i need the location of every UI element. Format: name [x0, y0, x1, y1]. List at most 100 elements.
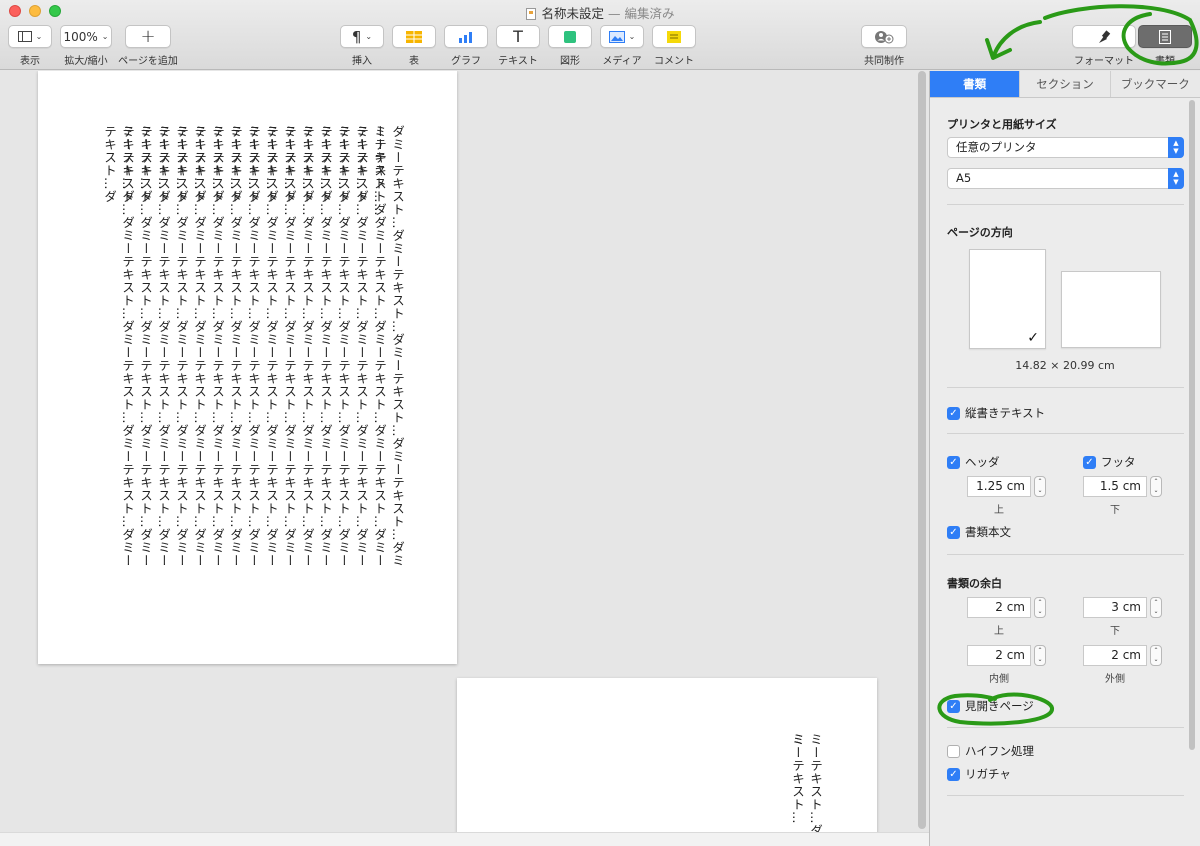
portrait-orientation-option[interactable]: ✓	[969, 249, 1046, 349]
printer-select[interactable]: 任意のプリンタ ▲ ▼	[947, 137, 1184, 158]
checkbox-checked-icon: ✓	[947, 525, 960, 539]
document-button[interactable]	[1138, 25, 1192, 48]
zoom-menu[interactable]: 100% ⌄ 拡大/縮小	[60, 25, 112, 67]
add-page-label: ページを追加	[118, 56, 178, 67]
page-2[interactable]: ミーテキスト…ダミ ミーテキスト…	[457, 678, 877, 846]
shape-button[interactable]	[548, 25, 592, 48]
header-sub-label: 上	[994, 505, 1004, 516]
chart-label: グラフ	[451, 56, 481, 67]
text-menu[interactable]: T テキスト	[496, 25, 540, 67]
footer-size-stepper[interactable]: ⌃ ⌄	[1150, 476, 1162, 497]
paper-size-value: A5	[956, 171, 972, 185]
collaborate-menu[interactable]: 共同制作	[861, 25, 907, 67]
toolbar: 名称未設定 — 編集済み ⌄ 表示 100% ⌄ 拡大/縮小 + ページを追加 ¶…	[0, 0, 1200, 70]
page-1[interactable]: ダミーテキスト…ダミーテキスト…ダミーテキスト…ダミーテキスト…ダミーテキスト……	[38, 71, 457, 664]
printer-section-title: プリンタと用紙サイズ	[947, 118, 1057, 131]
chart-menu[interactable]: グラフ	[444, 25, 488, 67]
tab-document[interactable]: 書類	[930, 71, 1020, 97]
landscape-orientation-option[interactable]	[1061, 271, 1161, 348]
insert-button[interactable]: ¶ ⌄	[340, 25, 384, 48]
canvas-vertical-scrollbar[interactable]	[917, 71, 927, 831]
checkbox-checked-icon: ✓	[947, 767, 960, 781]
shape-menu[interactable]: 図形	[548, 25, 592, 67]
table-button[interactable]	[392, 25, 436, 48]
margin-bottom-field[interactable]: 3 cm	[1083, 597, 1147, 618]
facing-pages-checkbox[interactable]: ✓ 見開きページ	[947, 698, 1034, 714]
paper-size-select[interactable]: A5 ▲ ▼	[947, 168, 1184, 189]
view-menu[interactable]: ⌄ 表示	[8, 25, 52, 67]
margin-inside-field[interactable]: 2 cm	[967, 645, 1031, 666]
inspector-tabs: 書類 セクション ブックマーク	[930, 71, 1200, 98]
comment-label: コメント	[654, 56, 694, 67]
hyphenation-checkbox[interactable]: ハイフン処理	[947, 743, 1034, 759]
vertical-text-column: ミーテキスト…ダミーテキスト…ダミーテキスト…ダミーテキスト…ダミーテキスト…ダ	[102, 125, 135, 567]
text-button[interactable]: T	[496, 25, 540, 48]
chevron-down-icon: ⌄	[628, 32, 636, 41]
scrollbar-thumb[interactable]	[918, 71, 926, 829]
collaborate-button[interactable]	[861, 25, 907, 48]
margin-inside-stepper[interactable]: ⌃ ⌄	[1034, 645, 1046, 666]
add-page-menu[interactable]: + ページを追加	[118, 25, 178, 67]
header-size-field[interactable]: 1.25 cm	[967, 476, 1031, 497]
document-inspector: 書類 セクション ブックマーク プリンタと用紙サイズ 任意のプリンタ ▲ ▼ A5…	[930, 71, 1200, 846]
media-button[interactable]: ⌄	[600, 25, 644, 48]
shape-label: 図形	[560, 56, 580, 67]
media-menu[interactable]: ⌄ メディア	[600, 25, 644, 67]
tab-section[interactable]: セクション	[1019, 71, 1110, 97]
zoom-button[interactable]: 100% ⌄	[60, 25, 112, 48]
insert-label: 挿入	[352, 56, 372, 67]
footer-sub-label: 下	[1110, 505, 1120, 516]
margin-outside-stepper[interactable]: ⌃ ⌄	[1150, 645, 1162, 666]
footer-checkbox[interactable]: ✓ フッタ	[1083, 454, 1136, 470]
header-size-stepper[interactable]: ⌃ ⌄	[1034, 476, 1046, 497]
checkbox-checked-icon: ✓	[947, 455, 960, 469]
chevron-down-icon: ⌄	[365, 32, 373, 41]
header-checkbox[interactable]: ✓ ヘッダ	[947, 454, 1000, 470]
footer-size-field[interactable]: 1.5 cm	[1083, 476, 1147, 497]
checkbox-unchecked-icon	[947, 744, 960, 758]
insert-menu[interactable]: ¶ ⌄ 挿入	[340, 25, 384, 67]
format-label: フォーマット	[1074, 56, 1134, 67]
sidebar-icon	[17, 31, 32, 42]
view-button[interactable]: ⌄	[8, 25, 52, 48]
comment-menu[interactable]: コメント	[652, 25, 696, 67]
up-down-arrows-icon: ▲ ▼	[1168, 168, 1184, 189]
margin-top-field[interactable]: 2 cm	[967, 597, 1031, 618]
divider	[947, 554, 1184, 555]
document-menu[interactable]: 書類	[1138, 25, 1192, 67]
margin-bottom-stepper[interactable]: ⌃ ⌄	[1150, 597, 1162, 618]
document-icon	[525, 8, 536, 20]
checkbox-checked-icon: ✓	[1083, 455, 1096, 469]
canvas-horizontal-scrollbar[interactable]	[0, 832, 929, 846]
scrollbar-thumb[interactable]	[1189, 100, 1195, 750]
page-dimensions: 14.82 × 20.99 cm	[1015, 359, 1115, 372]
margin-outside-label: 外側	[1105, 674, 1125, 685]
text-label: テキスト	[498, 56, 538, 67]
orientation-section-title: ページの方向	[947, 226, 1013, 239]
margin-top-stepper[interactable]: ⌃ ⌄	[1034, 597, 1046, 618]
printer-select-value: 任意のプリンタ	[956, 140, 1037, 154]
margin-top-label: 上	[994, 626, 1004, 637]
vertical-text-checkbox[interactable]: ✓ 縦書きテキスト	[947, 405, 1045, 421]
bar-chart-icon	[459, 31, 472, 43]
comment-icon	[667, 30, 681, 43]
document-canvas[interactable]: ダミーテキスト…ダミーテキスト…ダミーテキスト…ダミーテキスト…ダミーテキスト……	[0, 71, 929, 846]
format-button[interactable]	[1072, 25, 1136, 48]
divider	[947, 433, 1184, 434]
page-1-body-text[interactable]: ダミーテキスト…ダミーテキスト…ダミーテキスト…ダミーテキスト…ダミーテキスト……	[96, 125, 406, 575]
table-menu[interactable]: 表	[392, 25, 436, 67]
paintbrush-icon	[1099, 29, 1111, 43]
view-label: 表示	[20, 56, 40, 67]
document-body-checkbox[interactable]: ✓ 書類本文	[947, 524, 1011, 540]
up-down-arrows-icon: ▲ ▼	[1168, 137, 1184, 158]
page-2-body-text[interactable]: ミーテキスト…ダミ ミーテキスト…	[784, 733, 824, 843]
format-menu[interactable]: フォーマット	[1072, 25, 1136, 67]
chart-button[interactable]	[444, 25, 488, 48]
comment-button[interactable]	[652, 25, 696, 48]
add-page-button[interactable]: +	[125, 25, 171, 48]
margin-outside-field[interactable]: 2 cm	[1083, 645, 1147, 666]
inspector-scrollbar[interactable]	[1188, 98, 1196, 778]
tab-bookmarks[interactable]: ブックマーク	[1109, 71, 1200, 97]
zoom-label: 拡大/縮小	[64, 56, 108, 67]
ligatures-checkbox[interactable]: ✓ リガチャ	[947, 766, 1011, 782]
